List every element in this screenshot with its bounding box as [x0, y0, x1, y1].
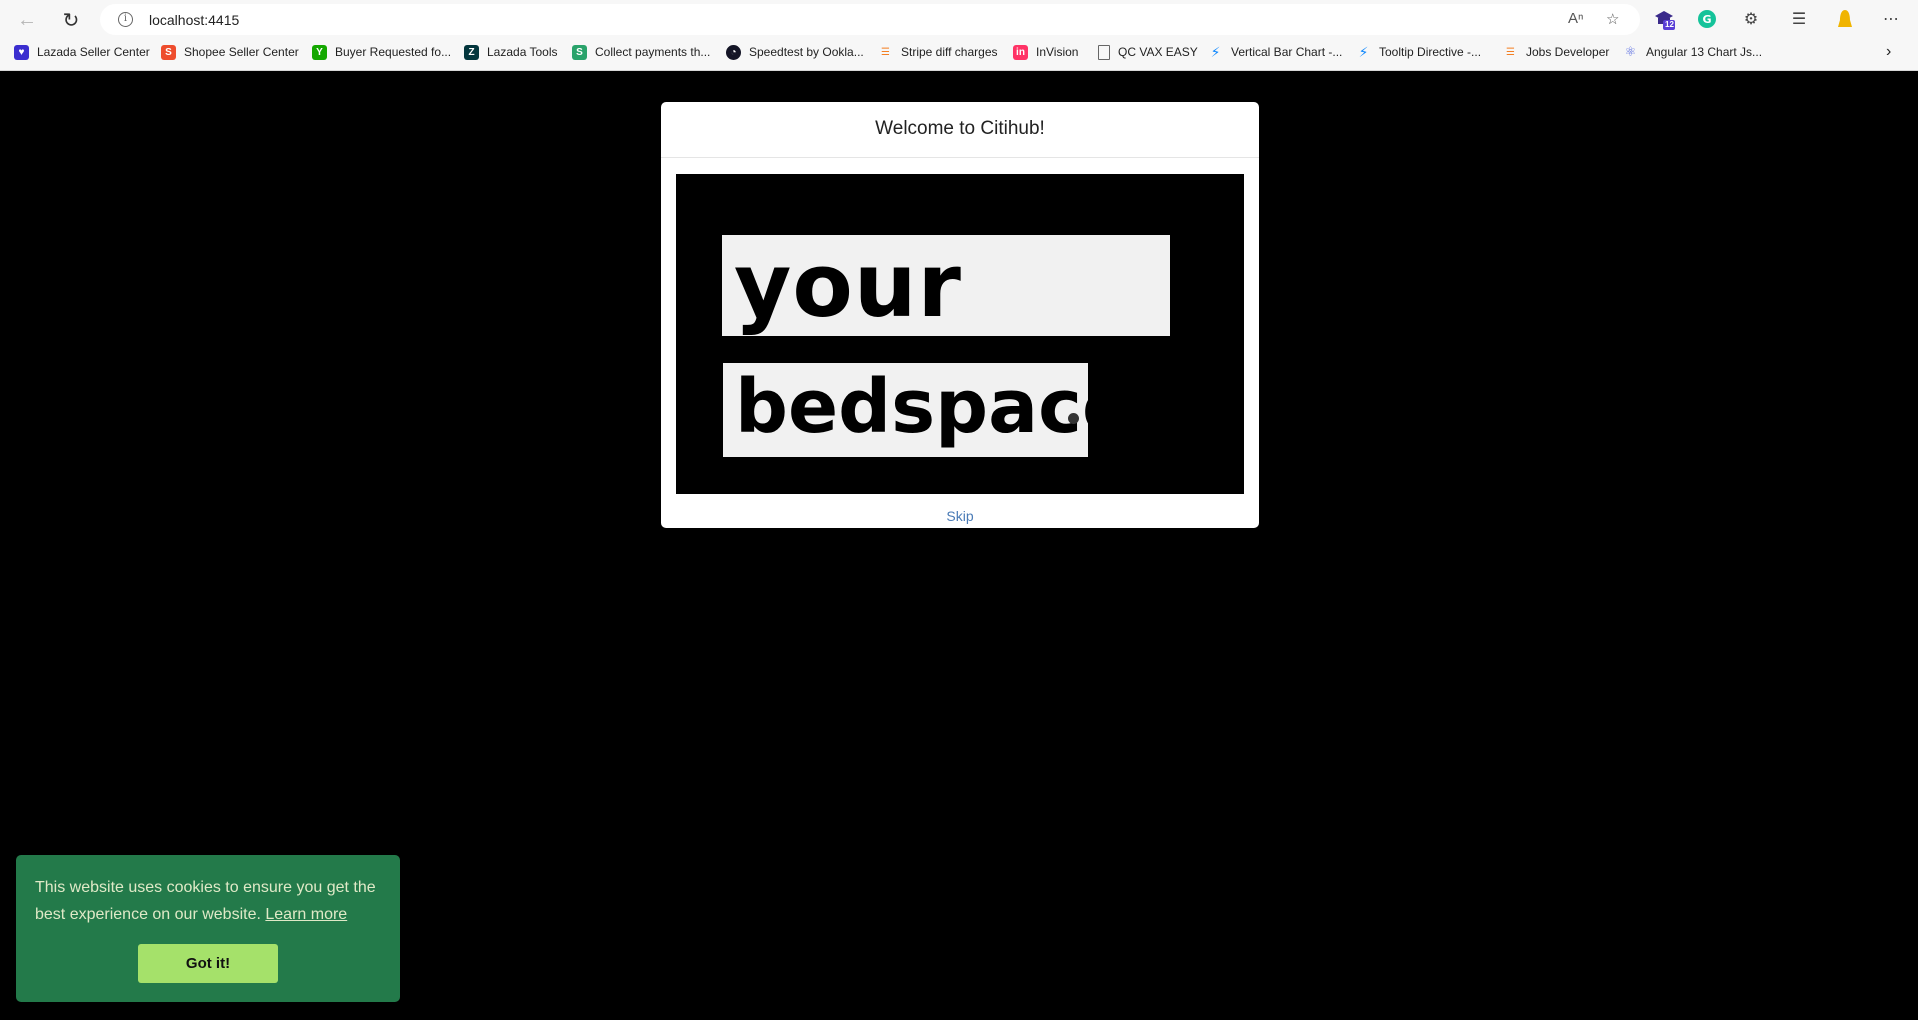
grammarly-icon[interactable]: G [1696, 8, 1718, 30]
bookmark-item[interactable]: S Shopee Seller Center [161, 43, 299, 61]
bookmark-label: Speedtest by Ookla... [749, 45, 864, 59]
stackoverflow-icon: ☰ [881, 46, 890, 58]
cookie-banner: This website uses cookies to ensure you … [16, 855, 400, 1002]
cookie-message-block: This website uses cookies to ensure you … [35, 874, 385, 928]
bookmark-label: Vertical Bar Chart -... [1231, 45, 1343, 59]
cookie-accept-button[interactable]: Got it! [138, 944, 278, 983]
bookmark-item[interactable]: Z Lazada Tools [464, 43, 558, 61]
zendesk-icon: Z [464, 44, 479, 60]
bookmark-label: Lazada Seller Center [37, 45, 150, 59]
stripe-s-icon: S [572, 44, 587, 60]
bookmark-item[interactable]: QC VAX EASY [1098, 43, 1198, 61]
extension-badge-count: 12 [1665, 20, 1674, 29]
bookmark-item[interactable]: Y Buyer Requested fo... [312, 43, 451, 61]
bookmark-label: Stripe diff charges [901, 45, 998, 59]
invision-icon: in [1013, 44, 1028, 60]
browser-chrome: ← ↻ i localhost:4415 Aⁿ ☆ 12 G ⚙ ☰ ⋯ ♥ La… [0, 0, 1918, 71]
shopee-icon: S [161, 44, 176, 60]
react-icon: ⚛ [1624, 44, 1637, 59]
bookmark-label: Collect payments th... [595, 45, 711, 59]
bookmark-item[interactable]: ♥ Lazada Seller Center [14, 43, 150, 61]
skip-link[interactable]: Skip [661, 508, 1259, 524]
bookmark-label: Tooltip Directive -... [1379, 45, 1482, 59]
back-button[interactable]: ← [12, 5, 42, 35]
bookmark-item[interactable]: ◔ Speedtest by Ookla... [726, 43, 864, 61]
upwork-icon: Y [312, 44, 327, 60]
stackblitz-icon: ⚡ [1210, 43, 1221, 60]
svg-text:G: G [1702, 13, 1711, 26]
add-favorite-icon[interactable]: ☆ [1606, 10, 1619, 28]
extensions-puzzle-icon[interactable]: ⚙ [1740, 8, 1762, 30]
bookmark-label: Jobs Developer [1526, 45, 1610, 59]
video-dot [1068, 413, 1079, 424]
speedtest-icon: ◔ [726, 44, 741, 60]
welcome-modal: Welcome to Citihub! your own bedspace Sk… [661, 102, 1259, 528]
bookmark-item[interactable]: ⚛ Angular 13 Chart Js... [1623, 43, 1762, 61]
intro-video[interactable]: your own bedspace [676, 174, 1244, 494]
info-icon[interactable]: i [118, 12, 133, 27]
bookmark-label: Angular 13 Chart Js... [1646, 45, 1763, 59]
modal-title: Welcome to Citihub! [661, 102, 1259, 158]
read-aloud-icon[interactable]: Aⁿ [1568, 10, 1583, 27]
reload-button[interactable]: ↻ [56, 5, 86, 35]
bookmark-label: Buyer Requested fo... [335, 45, 452, 59]
bookmark-item[interactable]: ☰ Stripe diff charges [878, 43, 998, 61]
video-caption-line-1: your own [722, 235, 1170, 437]
address-url: localhost:4415 [149, 12, 240, 28]
bookmark-item[interactable]: ⚡ Vertical Bar Chart -... [1208, 43, 1343, 61]
bookmarks-bar: ♥ Lazada Seller Center S Shopee Seller Cen… [0, 41, 1918, 63]
bookmarks-overflow-chevron-icon[interactable]: › [1886, 43, 1891, 61]
bookmark-item[interactable]: S Collect payments th... [572, 43, 710, 61]
more-menu-icon[interactable]: ⋯ [1880, 8, 1902, 30]
address-bar[interactable]: i localhost:4415 Aⁿ ☆ [100, 4, 1640, 35]
bookmark-label: Lazada Tools [487, 45, 558, 59]
stackoverflow-icon: ☰ [1506, 46, 1515, 58]
bookmark-label: QC VAX EASY [1118, 45, 1198, 59]
bookmark-item[interactable]: ⚡ Tooltip Directive -... [1356, 43, 1481, 61]
learn-more-link[interactable]: Learn more [265, 906, 347, 923]
bookmark-item[interactable]: ☰ Jobs Developer [1503, 43, 1609, 61]
browser-toolbar: ← ↻ i localhost:4415 Aⁿ ☆ 12 G ⚙ ☰ ⋯ [0, 0, 1918, 39]
stackblitz-icon: ⚡ [1358, 43, 1369, 60]
bookmark-item[interactable]: in InVision [1013, 43, 1078, 61]
document-icon [1098, 44, 1110, 60]
video-caption-line-2: bedspace [723, 363, 1132, 457]
profile-avatar-icon[interactable] [1834, 8, 1856, 30]
favorites-icon[interactable]: ☰ [1788, 8, 1810, 30]
lazada-icon: ♥ [14, 44, 29, 60]
extension-badge-icon[interactable]: 12 [1653, 8, 1675, 30]
bookmark-label: Shopee Seller Center [184, 45, 299, 59]
bookmark-label: InVision [1036, 45, 1079, 59]
